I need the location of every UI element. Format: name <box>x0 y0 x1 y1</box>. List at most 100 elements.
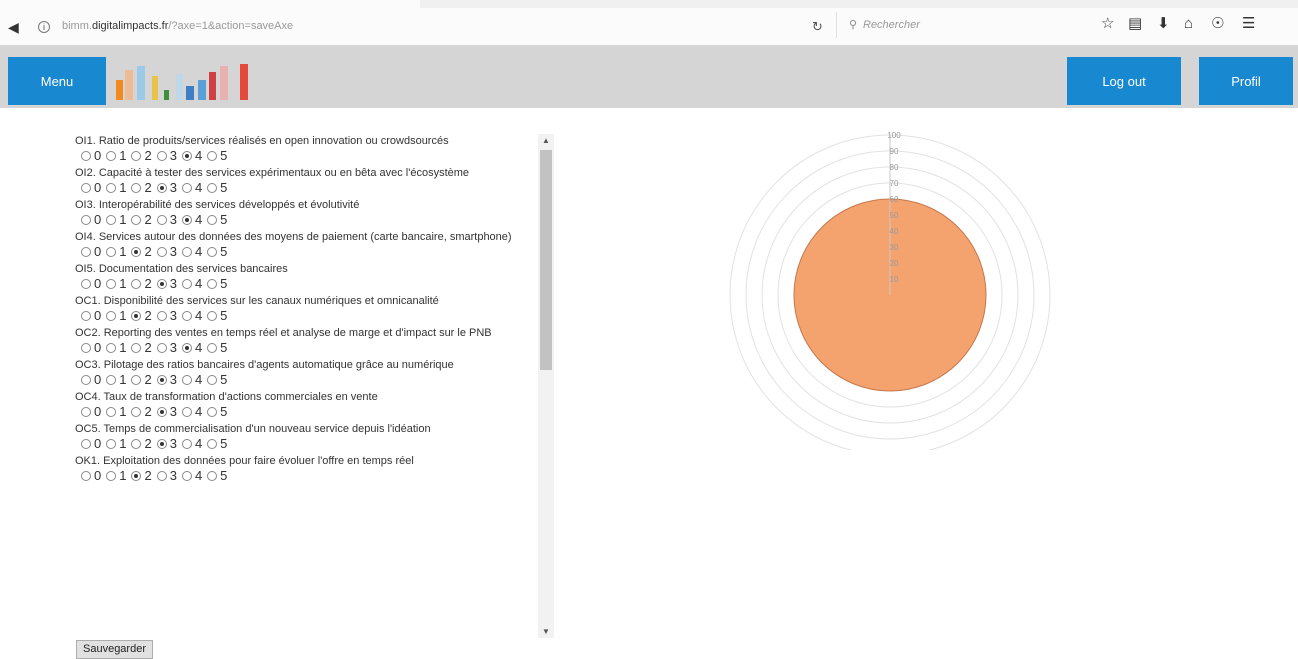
radio-option[interactable]: 3 <box>156 469 177 483</box>
radio-button[interactable] <box>106 183 117 193</box>
radio-button[interactable] <box>207 247 218 257</box>
radio-option[interactable]: 1 <box>106 245 126 259</box>
radio-button[interactable] <box>81 215 91 225</box>
radio-button[interactable] <box>156 183 167 193</box>
radio-button[interactable] <box>106 279 117 289</box>
radio-button[interactable] <box>207 407 218 417</box>
radio-option[interactable]: 0 <box>81 373 101 387</box>
radio-button[interactable] <box>106 471 117 481</box>
radio-button[interactable] <box>81 471 91 481</box>
radio-button[interactable] <box>106 215 117 225</box>
radio-option[interactable]: 2 <box>131 245 152 259</box>
radio-button[interactable] <box>181 279 192 289</box>
active-tab[interactable] <box>0 0 420 8</box>
radio-option[interactable]: 0 <box>81 245 101 259</box>
radio-option[interactable]: 0 <box>81 469 101 483</box>
radio-option[interactable]: 1 <box>106 181 126 195</box>
radio-button[interactable] <box>207 183 218 193</box>
radio-option[interactable]: 1 <box>106 277 126 291</box>
radio-button[interactable] <box>181 311 192 321</box>
radio-option[interactable]: 4 <box>181 245 202 259</box>
radio-option[interactable]: 0 <box>81 149 101 163</box>
radio-option[interactable]: 0 <box>81 405 101 419</box>
radio-button[interactable] <box>131 407 142 417</box>
radio-option[interactable]: 5 <box>207 181 227 195</box>
radio-option[interactable]: 4 <box>181 309 202 323</box>
menu-button[interactable]: Menu <box>8 57 106 105</box>
radio-option[interactable]: 3 <box>156 309 177 323</box>
download-icon[interactable]: ⬇ <box>1157 16 1170 32</box>
radio-button[interactable] <box>81 407 91 417</box>
radio-option[interactable]: 2 <box>131 149 152 163</box>
radio-button[interactable] <box>131 311 142 321</box>
radio-option[interactable]: 5 <box>207 373 227 387</box>
radio-button[interactable] <box>207 279 218 289</box>
reading-list-icon[interactable]: ▤ <box>1128 16 1142 32</box>
radio-button[interactable] <box>156 471 167 481</box>
radio-button[interactable] <box>181 343 192 353</box>
radio-option[interactable]: 1 <box>106 213 126 227</box>
radio-option[interactable]: 2 <box>131 213 152 227</box>
radio-button[interactable] <box>207 471 218 481</box>
radio-button[interactable] <box>207 311 218 321</box>
radio-option[interactable]: 4 <box>181 181 202 195</box>
radio-option[interactable]: 2 <box>131 469 152 483</box>
radio-button[interactable] <box>81 343 91 353</box>
profil-button[interactable]: Profil <box>1199 57 1293 105</box>
radio-button[interactable] <box>131 183 142 193</box>
radio-option[interactable]: 3 <box>156 213 177 227</box>
radio-option[interactable]: 4 <box>181 149 202 163</box>
info-icon[interactable]: i <box>38 21 50 33</box>
radio-option[interactable]: 0 <box>81 277 101 291</box>
radio-button[interactable] <box>131 471 142 481</box>
radio-option[interactable]: 1 <box>106 149 126 163</box>
radio-button[interactable] <box>106 439 117 449</box>
radio-option[interactable]: 5 <box>207 341 227 355</box>
radio-button[interactable] <box>106 343 117 353</box>
radio-option[interactable]: 3 <box>156 341 177 355</box>
radio-option[interactable]: 1 <box>106 437 126 451</box>
pocket-icon[interactable]: ☉ <box>1211 16 1224 32</box>
radio-button[interactable] <box>156 407 167 417</box>
radio-option[interactable]: 5 <box>207 469 227 483</box>
radio-option[interactable]: 3 <box>156 373 177 387</box>
radio-option[interactable]: 4 <box>181 341 202 355</box>
radio-option[interactable]: 5 <box>207 277 227 291</box>
radio-button[interactable] <box>81 151 91 161</box>
radio-option[interactable]: 3 <box>156 245 177 259</box>
radio-button[interactable] <box>131 215 142 225</box>
reload-icon[interactable]: ↻ <box>812 19 823 35</box>
radio-option[interactable]: 3 <box>156 437 177 451</box>
url-bar[interactable]: bimm.digitalimpacts.fr/?axe=1&action=sav… <box>62 20 293 32</box>
radio-button[interactable] <box>81 375 91 385</box>
scroll-up-icon[interactable]: ▲ <box>542 136 550 145</box>
radio-button[interactable] <box>156 215 167 225</box>
radio-button[interactable] <box>181 247 192 257</box>
radio-button[interactable] <box>81 439 91 449</box>
radio-button[interactable] <box>131 279 142 289</box>
save-button[interactable]: Sauvegarder <box>76 640 153 659</box>
scrollbar-thumb[interactable] <box>540 150 552 370</box>
radio-option[interactable]: 3 <box>156 149 177 163</box>
radio-option[interactable]: 5 <box>207 405 227 419</box>
scrollbar[interactable]: ▲ ▼ <box>538 134 554 638</box>
radio-button[interactable] <box>181 439 192 449</box>
radio-button[interactable] <box>106 375 117 385</box>
radio-button[interactable] <box>81 247 91 257</box>
radio-button[interactable] <box>181 183 192 193</box>
logout-button[interactable]: Log out <box>1067 57 1181 105</box>
radio-button[interactable] <box>181 215 192 225</box>
scroll-down-icon[interactable]: ▼ <box>542 627 550 636</box>
radio-option[interactable]: 0 <box>81 341 101 355</box>
radio-button[interactable] <box>207 375 218 385</box>
radio-button[interactable] <box>207 439 218 449</box>
radio-option[interactable]: 1 <box>106 469 126 483</box>
radio-option[interactable]: 1 <box>106 373 126 387</box>
radio-option[interactable]: 0 <box>81 181 101 195</box>
radio-button[interactable] <box>207 343 218 353</box>
bookmark-star-icon[interactable]: ☆ <box>1101 16 1114 32</box>
radio-button[interactable] <box>131 247 142 257</box>
radio-button[interactable] <box>81 311 91 321</box>
radio-button[interactable] <box>181 407 192 417</box>
radio-option[interactable]: 3 <box>156 181 177 195</box>
